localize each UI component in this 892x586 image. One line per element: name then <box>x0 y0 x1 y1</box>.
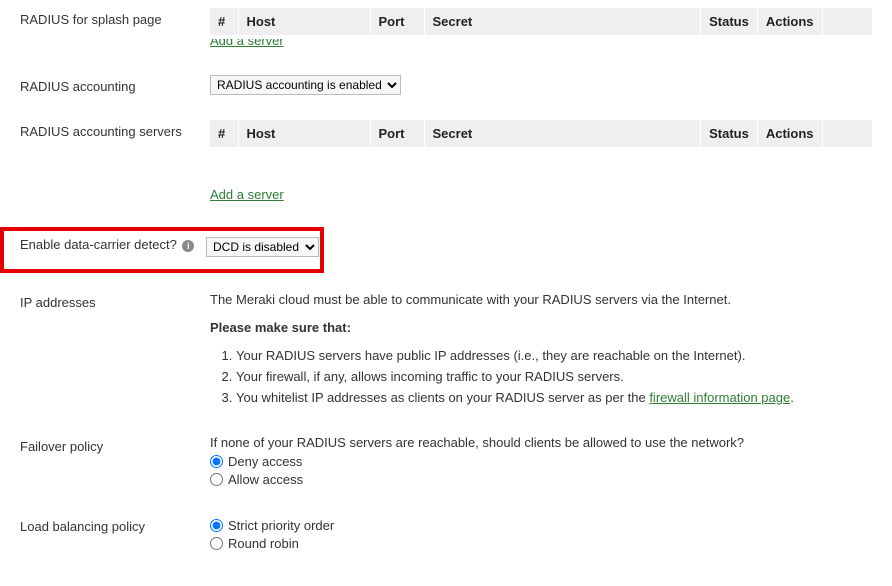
radius-accounting-label: RADIUS accounting <box>20 75 210 94</box>
col-status: Status <box>701 8 758 35</box>
col-secret: Secret <box>424 8 701 35</box>
add-server-link-accounting[interactable]: Add a server <box>210 187 284 202</box>
radius-accounting-select[interactable]: RADIUS accounting is enabled <box>210 75 401 95</box>
col-blank <box>822 120 872 147</box>
dcd-select[interactable]: DCD is disabled <box>206 237 319 257</box>
loadbal-label: Load balancing policy <box>20 515 210 534</box>
col-secret: Secret <box>424 120 701 147</box>
loadbal-roundrobin-label: Round robin <box>228 536 299 551</box>
radius-splash-label: RADIUS for splash page <box>20 8 210 27</box>
loadbal-roundrobin-radio[interactable] <box>210 537 223 550</box>
failover-prompt: If none of your RADIUS servers are reach… <box>210 435 872 450</box>
col-host: Host <box>238 8 370 35</box>
col-actions: Actions <box>757 120 822 147</box>
radius-accounting-servers-label: RADIUS accounting servers <box>20 120 210 139</box>
radius-splash-table: # Host Port Secret Status Actions <box>210 8 872 35</box>
col-host: Host <box>238 120 370 147</box>
ip-addresses-label: IP addresses <box>20 291 210 310</box>
firewall-info-link[interactable]: firewall information page <box>649 390 790 405</box>
radius-accounting-servers-table: # Host Port Secret Status Actions <box>210 120 872 147</box>
col-actions: Actions <box>757 8 822 35</box>
ip-req-3: You whitelist IP addresses as clients on… <box>236 389 872 408</box>
col-status: Status <box>701 120 758 147</box>
col-blank <box>822 8 872 35</box>
col-num: # <box>210 120 238 147</box>
dcd-section: Enable data-carrier detect? i DCD is dis… <box>0 227 324 273</box>
failover-label: Failover policy <box>20 435 210 454</box>
dcd-label: Enable data-carrier detect? <box>20 237 177 252</box>
info-icon[interactable]: i <box>182 240 194 252</box>
failover-allow-label: Allow access <box>228 472 303 487</box>
loadbal-strict-radio[interactable] <box>210 519 223 532</box>
loadbal-strict-label: Strict priority order <box>228 518 334 533</box>
col-port: Port <box>370 8 424 35</box>
ip-requirements-list: Your RADIUS servers have public IP addre… <box>210 347 872 408</box>
col-num: # <box>210 8 238 35</box>
ip-description: The Meraki cloud must be able to communi… <box>210 291 872 309</box>
ip-req-1: Your RADIUS servers have public IP addre… <box>236 347 872 366</box>
failover-allow-radio[interactable] <box>210 473 223 486</box>
failover-deny-radio[interactable] <box>210 455 223 468</box>
failover-deny-label: Deny access <box>228 454 302 469</box>
col-port: Port <box>370 120 424 147</box>
add-server-link-splash[interactable]: Add a server <box>210 33 284 48</box>
ip-make-sure: Please make sure that: <box>210 319 872 337</box>
ip-req-2: Your firewall, if any, allows incoming t… <box>236 368 872 387</box>
